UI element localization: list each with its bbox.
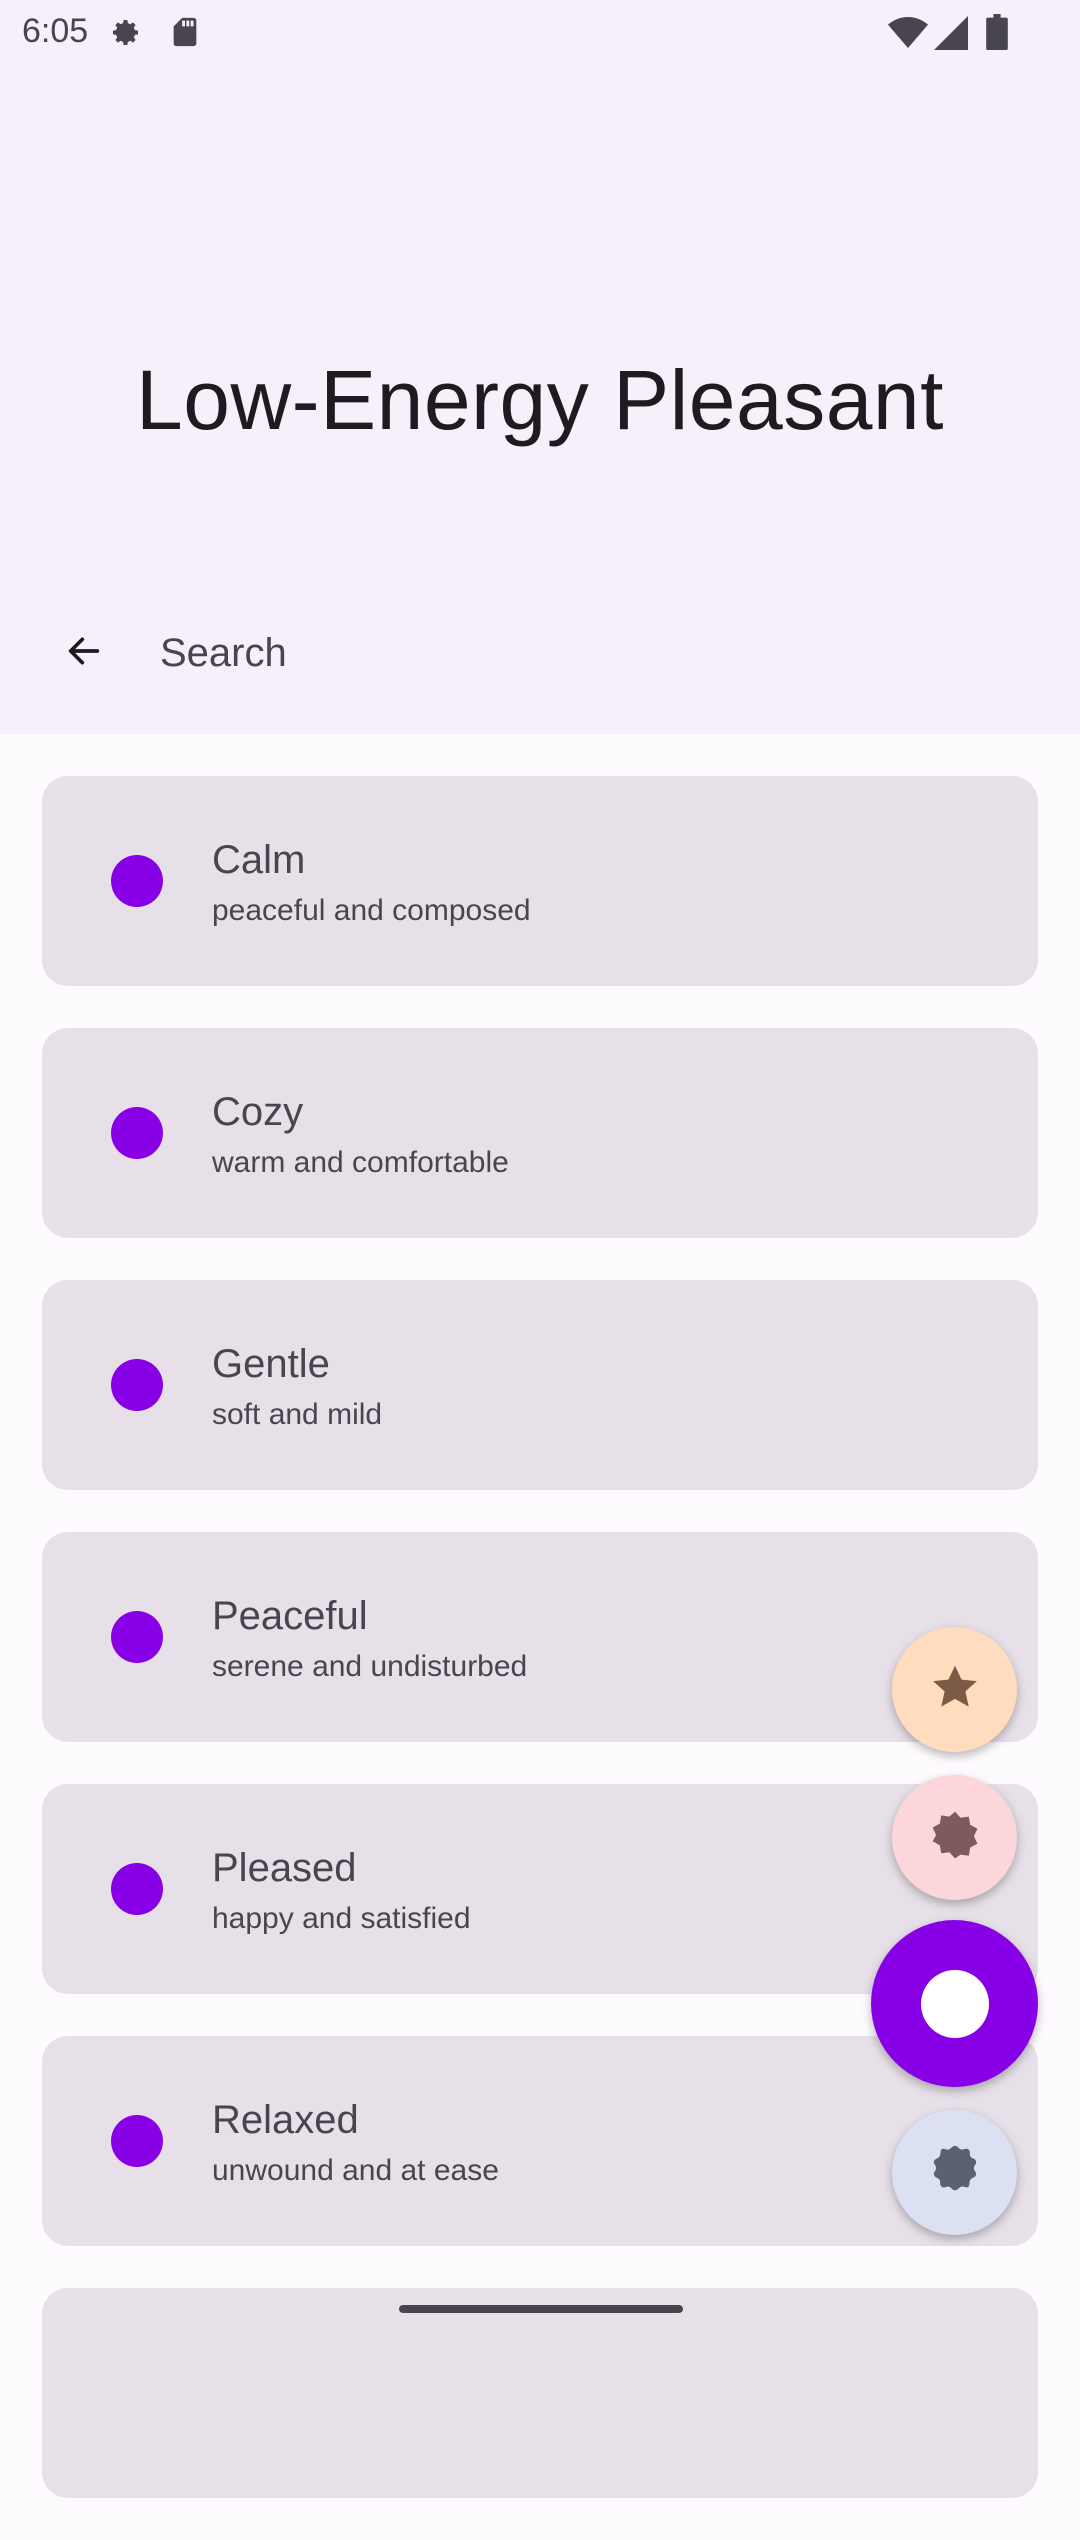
- emotion-name: Relaxed: [212, 2098, 359, 2142]
- top-app-bar: 6:05 Low-Energy Pleasant: [0, 0, 1080, 734]
- emotion-list: Calm peaceful and composed Cozy warm and…: [42, 776, 1038, 2540]
- emotion-card-partial[interactable]: [42, 2288, 1038, 2498]
- search-bar: [0, 612, 1080, 692]
- gear-icon: [926, 2141, 984, 2204]
- color-dot: [111, 1611, 163, 1663]
- emotion-card-gentle[interactable]: Gentle soft and mild: [42, 1280, 1038, 1490]
- emotion-name: Gentle: [212, 1342, 330, 1386]
- star-icon: [928, 1660, 982, 1719]
- color-dot: [111, 1863, 163, 1915]
- emotion-name: Pleased: [212, 1846, 357, 1890]
- emotion-description: peaceful and composed: [212, 894, 531, 927]
- favorites-fab[interactable]: [892, 1627, 1017, 1752]
- emotion-description: soft and mild: [212, 1398, 383, 1431]
- circle-icon: [920, 1969, 989, 2038]
- emotion-name: Calm: [212, 838, 306, 882]
- settings-icon: [106, 14, 144, 57]
- emotion-description: serene and undisturbed: [212, 1650, 528, 1683]
- color-dot: [111, 855, 163, 907]
- badge-icon: [927, 1807, 983, 1868]
- color-dot: [111, 1359, 163, 1411]
- status-time: 6:05: [22, 12, 89, 50]
- emotion-description: warm and comfortable: [212, 1146, 509, 1179]
- settings-fab[interactable]: [892, 2110, 1017, 2235]
- emotion-name: Cozy: [212, 1090, 304, 1134]
- emotion-description: happy and satisfied: [212, 1902, 471, 1935]
- signal-icon: [934, 16, 968, 55]
- color-dot: [111, 1107, 163, 1159]
- emotion-card-peaceful[interactable]: Peaceful serene and undisturbed: [42, 1532, 1038, 1742]
- home-indicator[interactable]: [399, 2305, 683, 2313]
- arrow-back-icon: [61, 631, 107, 676]
- color-dot: [111, 2115, 163, 2167]
- emotion-card-cozy[interactable]: Cozy warm and comfortable: [42, 1028, 1038, 1238]
- status-bar: 6:05: [0, 0, 1080, 64]
- page-title: Low-Energy Pleasant: [136, 353, 944, 447]
- battery-icon: [986, 14, 1008, 55]
- sd-card-icon: [168, 14, 202, 55]
- search-input[interactable]: [158, 620, 1022, 686]
- back-button[interactable]: [54, 628, 114, 678]
- emotion-name: Peaceful: [212, 1594, 368, 1638]
- main-fab[interactable]: [871, 1920, 1038, 2087]
- badge-fab[interactable]: [892, 1775, 1017, 1900]
- emotion-card-calm[interactable]: Calm peaceful and composed: [42, 776, 1038, 986]
- wifi-icon: [888, 16, 928, 55]
- emotion-description: unwound and at ease: [212, 2154, 499, 2187]
- emotion-card-relaxed[interactable]: Relaxed unwound and at ease: [42, 2036, 1038, 2246]
